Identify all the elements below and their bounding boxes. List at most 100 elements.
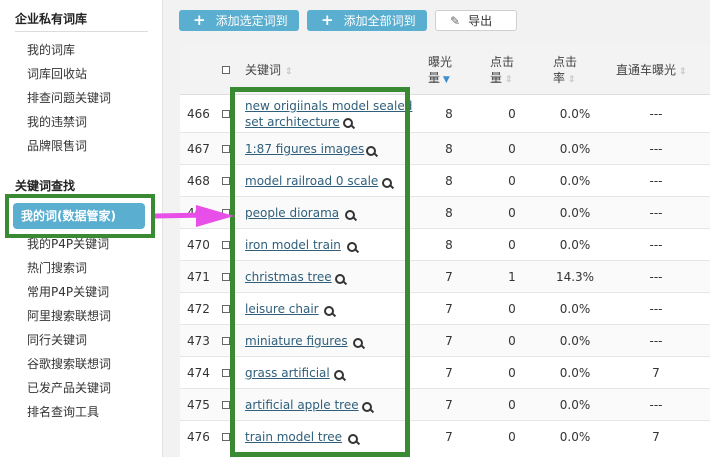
- sidebar-item-brand-restricted[interactable]: 品牌限售词: [27, 137, 87, 154]
- exposure-value: 8: [445, 107, 453, 121]
- row-checkbox[interactable]: [222, 401, 230, 409]
- keyword-column-highlight-box: [230, 87, 410, 457]
- exposure-value: 8: [445, 174, 453, 188]
- header-exposure[interactable]: 曝光 量 ▼: [428, 54, 452, 88]
- ctr-value: 0.0%: [559, 107, 591, 121]
- ctr-value: 0.0%: [559, 430, 591, 444]
- sidebar-item-google-suggest[interactable]: 谷歌搜索联想词: [27, 355, 111, 372]
- header-p4p-label: 直通车曝光: [616, 63, 677, 77]
- sort-desc-icon: ▼: [440, 75, 450, 85]
- sidebar-item-product-keywords[interactable]: 已发产品关键词: [27, 379, 111, 396]
- clicks-value: 0: [508, 174, 516, 188]
- clicks-value: 0: [508, 430, 516, 444]
- header-clicks[interactable]: 点击 量 ⇕: [490, 54, 514, 88]
- add-all-button[interactable]: + 添加全部词到: [307, 10, 427, 31]
- select-all-checkbox[interactable]: [222, 66, 230, 74]
- row-checkbox[interactable]: [222, 177, 230, 185]
- header-ctr-line2: 率: [553, 71, 566, 85]
- clicks-value: 0: [508, 398, 516, 412]
- edit-icon: ✎: [450, 14, 461, 28]
- sidebar-item-peer-keywords[interactable]: 同行关键词: [27, 331, 87, 348]
- p4p-value: ---: [649, 270, 663, 284]
- sidebar-item-recycle-bin[interactable]: 词库回收站: [27, 65, 87, 82]
- p4p-value: ---: [649, 142, 663, 156]
- row-index: 475: [187, 398, 210, 412]
- sidebar-item-hot-search[interactable]: 热门搜索词: [27, 259, 87, 276]
- clicks-value: 0: [508, 107, 516, 121]
- exposure-value: 7: [445, 302, 453, 316]
- export-label: 导出: [468, 14, 493, 28]
- sidebar-item-common-p4p[interactable]: 常用P4P关键词: [27, 283, 109, 300]
- header-exposure-line1: 曝光: [428, 55, 453, 69]
- row-checkbox[interactable]: [222, 337, 230, 345]
- header-ctr[interactable]: 点击 率 ⇕: [553, 54, 577, 88]
- sidebar-section-search-title: 关键词查找: [15, 179, 76, 193]
- p4p-value: ---: [649, 206, 663, 220]
- row-index: 471: [187, 270, 210, 284]
- row-index: 470: [187, 238, 210, 252]
- row-index: 466: [187, 107, 210, 121]
- sidebar-item-rank-tool[interactable]: 排名查询工具: [27, 403, 99, 420]
- p4p-value: 7: [652, 430, 660, 444]
- plus-icon: +: [321, 11, 334, 29]
- row-index: 473: [187, 334, 210, 348]
- exposure-value: 7: [445, 334, 453, 348]
- exposure-value: 8: [445, 206, 453, 220]
- row-checkbox[interactable]: [222, 110, 230, 118]
- ctr-value: 0.0%: [559, 174, 591, 188]
- clicks-value: 0: [508, 238, 516, 252]
- ctr-value: 0.0%: [559, 398, 591, 412]
- p4p-value: ---: [649, 174, 663, 188]
- add-all-label: 添加全部词到: [343, 14, 416, 28]
- header-exposure-line2: 量: [428, 71, 441, 85]
- exposure-value: 7: [445, 430, 453, 444]
- sidebar-item-problem-keywords[interactable]: 排查问题关键词: [27, 89, 111, 106]
- ctr-value: 0.0%: [559, 142, 591, 156]
- exposure-value: 7: [445, 398, 453, 412]
- ctr-value: 0.0%: [559, 206, 591, 220]
- row-checkbox[interactable]: [222, 145, 230, 153]
- clicks-value: 0: [508, 366, 516, 380]
- row-checkbox[interactable]: [222, 369, 230, 377]
- clicks-value: 1: [508, 270, 516, 284]
- sidebar-item-ali-suggest[interactable]: 阿里搜索联想词: [27, 307, 111, 324]
- p4p-value: ---: [649, 238, 663, 252]
- add-selected-label: 添加选定词到: [215, 14, 288, 28]
- ctr-value: 14.3%: [555, 270, 595, 284]
- p4p-value: ---: [649, 107, 663, 121]
- export-button[interactable]: ✎ 导出: [435, 10, 517, 31]
- clicks-value: 0: [508, 334, 516, 348]
- p4p-value: ---: [649, 334, 663, 348]
- row-index: 476: [187, 430, 210, 444]
- sort-icon: ⇕: [284, 67, 293, 77]
- sort-icon: ⇕: [676, 67, 687, 77]
- row-checkbox[interactable]: [222, 433, 230, 441]
- row-checkbox[interactable]: [222, 273, 230, 281]
- sort-icon: ⇕: [565, 75, 576, 85]
- exposure-value: 8: [445, 142, 453, 156]
- header-clicks-line1: 点击: [490, 55, 515, 69]
- sidebar-item-my-library[interactable]: 我的词库: [27, 41, 75, 58]
- clicks-value: 0: [508, 206, 516, 220]
- header-p4p-exposure[interactable]: 直通车曝光 ⇕: [616, 62, 686, 80]
- sidebar-item-my-words-active[interactable]: 我的词(数据管家): [13, 203, 145, 229]
- ctr-value: 0.0%: [559, 334, 591, 348]
- row-checkbox[interactable]: [222, 241, 230, 249]
- sidebar-divider: [15, 31, 148, 32]
- annotation-arrow-icon: [196, 205, 234, 227]
- exposure-value: 7: [445, 366, 453, 380]
- p4p-value: ---: [649, 302, 663, 316]
- sidebar-section-private-title: 企业私有词库: [15, 12, 88, 26]
- row-index: 467: [187, 142, 210, 156]
- header-keyword[interactable]: 关键词 ⇕: [245, 62, 292, 80]
- ctr-value: 0.0%: [559, 366, 591, 380]
- header-ctr-line1: 点击: [553, 55, 578, 69]
- add-selected-button[interactable]: + 添加选定词到: [179, 10, 299, 31]
- header-clicks-line2: 量: [490, 71, 503, 85]
- clicks-value: 0: [508, 302, 516, 316]
- sort-icon: ⇕: [502, 75, 513, 85]
- row-checkbox[interactable]: [222, 305, 230, 313]
- exposure-value: 8: [445, 238, 453, 252]
- sidebar-item-banned-words[interactable]: 我的违禁词: [27, 113, 87, 130]
- exposure-value: 7: [445, 270, 453, 284]
